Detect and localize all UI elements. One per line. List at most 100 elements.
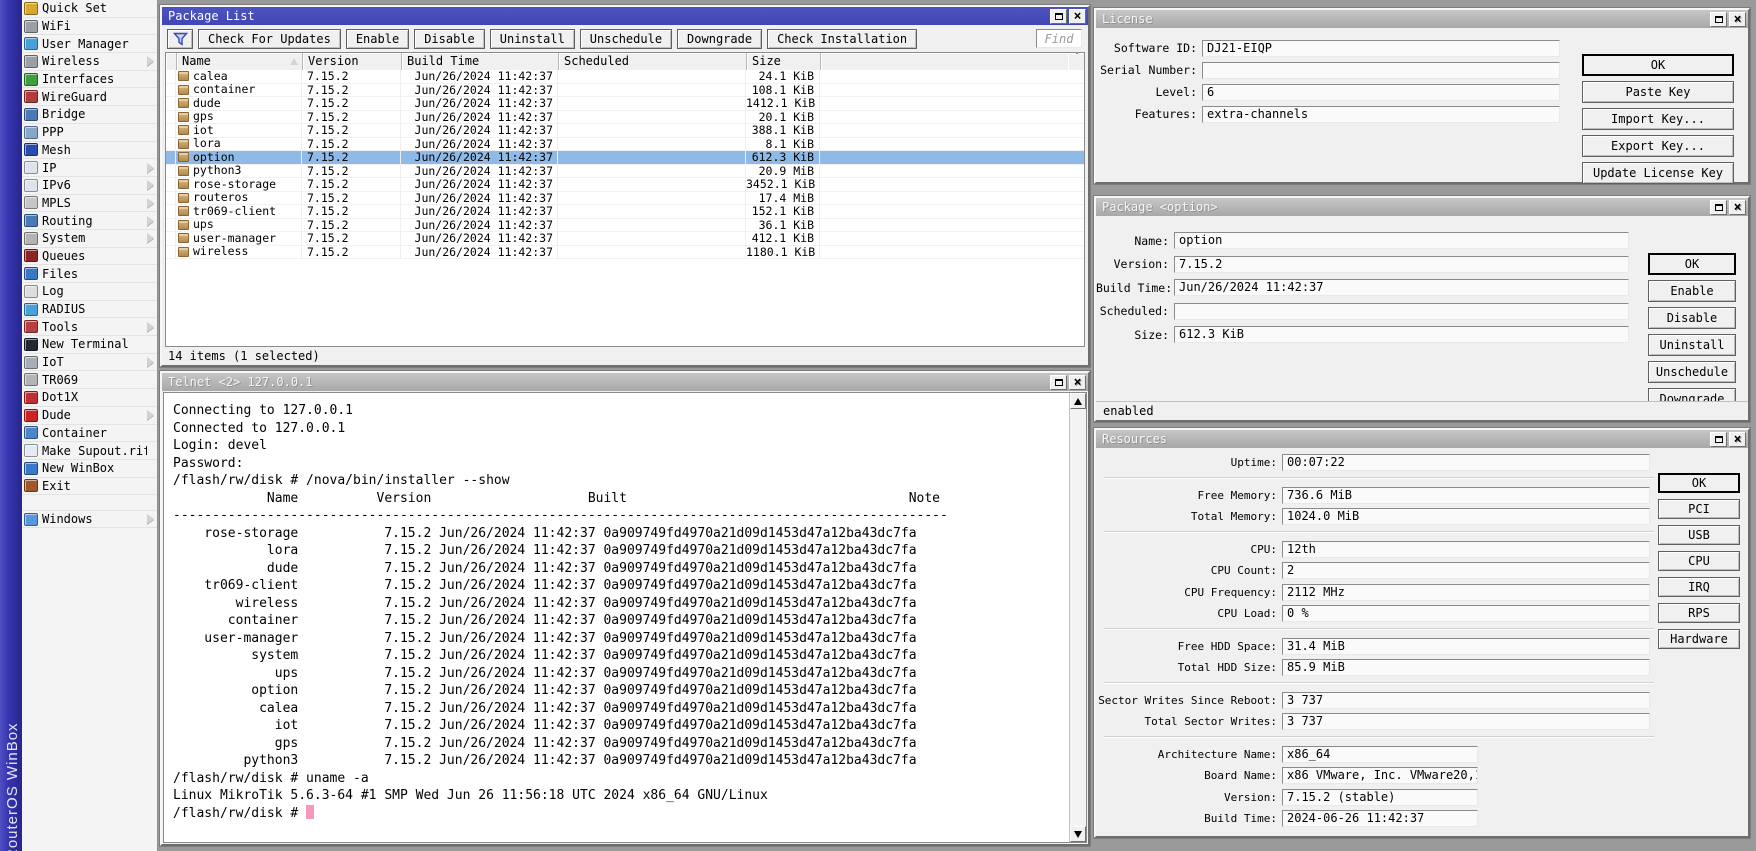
package-detail-titlebar[interactable]: Package <option> ×: [1096, 198, 1748, 216]
package-row[interactable]: rose-storage 7.15.2 Jun/26/2024 11:42:37…: [166, 178, 1084, 192]
sidebar-item[interactable]: Quick Set: [22, 0, 157, 18]
package-row[interactable]: tr069-client 7.15.2 Jun/26/2024 11:42:37…: [166, 205, 1084, 219]
action-button[interactable]: Paste Key: [1582, 81, 1734, 103]
action-button[interactable]: Update License Key: [1582, 162, 1734, 184]
maximize-button[interactable]: [1710, 12, 1727, 27]
toolbar-button[interactable]: Uninstall: [490, 29, 575, 49]
action-button[interactable]: OK: [1582, 54, 1734, 76]
sidebar-item[interactable]: Dot1X: [22, 389, 157, 407]
scrollbar-track[interactable]: [1070, 409, 1086, 826]
terminal-output[interactable]: Connecting to 127.0.0.1 Connected to 127…: [164, 393, 1069, 842]
sidebar-item[interactable]: Queues: [22, 248, 157, 266]
package-list-titlebar[interactable]: Package List ×: [162, 7, 1088, 25]
action-button[interactable]: OK: [1658, 473, 1740, 493]
sidebar-item[interactable]: IoT: [22, 354, 157, 372]
field-value[interactable]: x86 VMware, Inc. VMware20,1: [1282, 767, 1478, 784]
action-button[interactable]: PCI: [1658, 499, 1740, 519]
sidebar-item[interactable]: WiFi: [22, 18, 157, 36]
package-row[interactable]: iot 7.15.2 Jun/26/2024 11:42:37 388.1 Ki…: [166, 124, 1084, 138]
maximize-button[interactable]: [1050, 375, 1067, 390]
toolbar-button[interactable]: Downgrade: [677, 29, 762, 49]
package-row[interactable]: lora 7.15.2 Jun/26/2024 11:42:37 8.1 KiB: [166, 138, 1084, 152]
sidebar-item[interactable]: Interfaces: [22, 71, 157, 89]
field-value[interactable]: Jun/26/2024 11:42:37: [1174, 279, 1629, 296]
package-row[interactable]: container 7.15.2 Jun/26/2024 11:42:37 10…: [166, 84, 1084, 98]
sidebar-item[interactable]: Routing: [22, 212, 157, 230]
sidebar-item[interactable]: Mesh: [22, 142, 157, 160]
action-button[interactable]: IRQ: [1658, 577, 1740, 597]
sidebar-item[interactable]: System: [22, 230, 157, 248]
package-row[interactable]: python3 7.15.2 Jun/26/2024 11:42:37 20.9…: [166, 165, 1084, 179]
field-value[interactable]: 3 737: [1282, 692, 1650, 709]
package-row[interactable]: user-manager 7.15.2 Jun/26/2024 11:42:37…: [166, 232, 1084, 246]
sidebar-item[interactable]: Exit: [22, 478, 157, 496]
resources-titlebar[interactable]: Resources ×: [1096, 430, 1748, 448]
field-value[interactable]: 736.6 MiB: [1282, 487, 1650, 504]
close-button[interactable]: ×: [1729, 200, 1746, 215]
terminal-scrollbar[interactable]: [1069, 393, 1086, 842]
field-value[interactable]: [1174, 303, 1629, 320]
sidebar-item[interactable]: Make Supout.rif: [22, 442, 157, 460]
action-button[interactable]: Enable: [1648, 280, 1736, 302]
field-value[interactable]: 7.15.2 (stable): [1282, 789, 1478, 806]
action-button[interactable]: Hardware: [1658, 629, 1740, 649]
sidebar-item[interactable]: Wireless: [22, 53, 157, 71]
column-header-size[interactable]: Size: [747, 53, 821, 70]
sidebar-item[interactable]: Files: [22, 265, 157, 283]
action-button[interactable]: Export Key...: [1582, 135, 1734, 157]
field-value[interactable]: 2024-06-26 11:42:37: [1282, 810, 1478, 827]
sidebar-item[interactable]: TR069: [22, 371, 157, 389]
action-button[interactable]: Unschedule: [1648, 361, 1736, 383]
field-value[interactable]: extra-channels: [1202, 106, 1560, 123]
package-row[interactable]: wireless 7.15.2 Jun/26/2024 11:42:37 118…: [166, 246, 1084, 260]
sidebar-item[interactable]: Tools: [22, 318, 157, 336]
sidebar-item[interactable]: WireGuard: [22, 88, 157, 106]
action-button[interactable]: USB: [1658, 525, 1740, 545]
field-value[interactable]: [1202, 62, 1560, 79]
field-value[interactable]: 612.3 KiB: [1174, 326, 1629, 343]
toolbar-button[interactable]: Check Installation: [767, 29, 917, 49]
field-value[interactable]: 00:07:22: [1282, 454, 1650, 471]
scroll-down-button[interactable]: [1070, 826, 1086, 842]
package-row[interactable]: dude 7.15.2 Jun/26/2024 11:42:37 1412.1 …: [166, 97, 1084, 111]
action-button[interactable]: OK: [1648, 253, 1736, 275]
action-button[interactable]: CPU: [1658, 551, 1740, 571]
action-button[interactable]: Import Key...: [1582, 108, 1734, 130]
find-input[interactable]: Find: [1036, 29, 1082, 48]
toolbar-button[interactable]: Enable: [346, 29, 409, 49]
sidebar-item[interactable]: New WinBox: [22, 460, 157, 478]
column-header-name[interactable]: Name: [177, 53, 303, 70]
close-button[interactable]: ×: [1729, 12, 1746, 27]
sidebar-item[interactable]: New Terminal: [22, 336, 157, 354]
field-value[interactable]: 6: [1202, 84, 1560, 101]
field-value[interactable]: 3 737: [1282, 713, 1650, 730]
sidebar-item[interactable]: Log: [22, 283, 157, 301]
close-button[interactable]: ×: [1069, 9, 1086, 24]
sidebar-item[interactable]: User Manager: [22, 35, 157, 53]
close-button[interactable]: ×: [1069, 375, 1086, 390]
sidebar-item[interactable]: PPP: [22, 124, 157, 142]
action-button[interactable]: Uninstall: [1648, 334, 1736, 356]
maximize-button[interactable]: [1710, 432, 1727, 447]
sidebar-item[interactable]: Bridge: [22, 106, 157, 124]
package-row[interactable]: routeros 7.15.2 Jun/26/2024 11:42:37 17.…: [166, 192, 1084, 206]
sidebar-item[interactable]: MPLS: [22, 195, 157, 213]
sidebar-item[interactable]: Container: [22, 425, 157, 443]
action-button[interactable]: Disable: [1648, 307, 1736, 329]
column-header-build-time[interactable]: Build Time: [402, 53, 559, 70]
scroll-up-button[interactable]: [1070, 393, 1086, 409]
toolbar-button[interactable]: Check For Updates: [198, 29, 341, 49]
maximize-button[interactable]: [1710, 200, 1727, 215]
sidebar-item[interactable]: Dude: [22, 407, 157, 425]
field-value[interactable]: DJ21-EIQP: [1202, 40, 1560, 57]
maximize-button[interactable]: [1050, 9, 1067, 24]
package-row[interactable]: ups 7.15.2 Jun/26/2024 11:42:37 36.1 KiB: [166, 219, 1084, 233]
package-row[interactable]: calea 7.15.2 Jun/26/2024 11:42:37 24.1 K…: [166, 70, 1084, 84]
sidebar-item[interactable]: RADIUS: [22, 301, 157, 319]
sidebar-item[interactable]: Windows: [22, 510, 157, 528]
field-value[interactable]: 0 %: [1282, 605, 1650, 622]
field-value[interactable]: 31.4 MiB: [1282, 638, 1650, 655]
field-value[interactable]: 85.9 MiB: [1282, 659, 1650, 676]
column-select-button[interactable]: [1068, 53, 1084, 70]
field-value[interactable]: 7.15.2: [1174, 256, 1629, 273]
